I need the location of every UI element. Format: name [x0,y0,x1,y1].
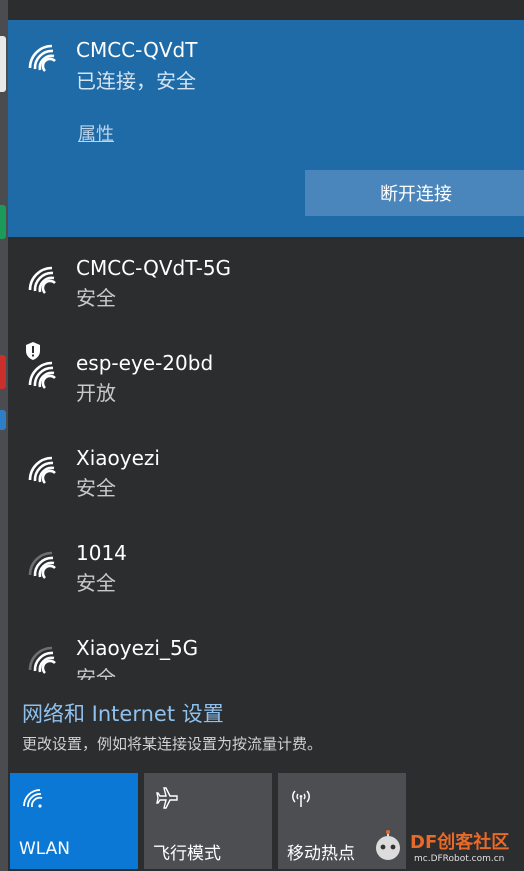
properties-link[interactable]: 属性 [78,120,114,146]
network-settings-link[interactable]: 网络和 Internet 设置 [22,698,224,728]
airplane-icon [154,785,180,811]
wifi-icon [20,785,46,811]
dfrobot-watermark: DF创客社区 mc.DFRobot.com.cn [370,826,520,868]
network-name: Xiaoyezi [76,446,160,470]
mobile-hotspot-tile-label: 移动热点 [287,844,355,864]
disconnect-button[interactable]: 断开连接 [305,170,524,216]
connected-network-name: CMCC-QVdT [76,38,198,62]
network-name: esp-eye-20bd [76,351,214,375]
network-status: 安全 [76,476,116,500]
desktop-icon-fragment [0,355,6,389]
network-status: 安全 [76,571,116,595]
network-list-item[interactable]: Xiaoyezi_5G 安全 [8,618,524,680]
network-list-item[interactable]: esp-eye-20bd 开放 [8,333,524,427]
robot-logo-icon [370,828,406,864]
network-list-item[interactable]: 1014 安全 [8,523,524,617]
wlan-tile-label: WLAN [19,839,71,859]
airplane-mode-tile-label: 飞行模式 [153,844,221,864]
network-list-item[interactable]: CMCC-QVdT-5G 安全 [8,238,524,332]
desktop-icon-fragment [0,36,6,92]
desktop-background-strip [0,0,8,871]
wifi-signal-open-icon [24,357,60,393]
flyout-top-edge [8,0,524,20]
wifi-signal-full-icon [24,40,60,76]
watermark-url: mc.DFRobot.com.cn [414,854,505,864]
desktop-icon-fragment [0,410,6,430]
airplane-mode-tile[interactable]: 飞行模式 [144,773,272,869]
wifi-signal-full-icon [24,452,60,488]
network-name: Xiaoyezi_5G [76,636,199,660]
network-flyout: CMCC-QVdT 已连接，安全 属性 断开连接 CMCC-QVdT-5G 安全 [8,0,524,871]
hotspot-icon [288,785,314,811]
wlan-toggle-tile[interactable]: WLAN [10,773,138,869]
network-list-item[interactable]: Xiaoyezi 安全 [8,428,524,522]
wifi-signal-medium-icon [24,547,60,583]
network-status: 开放 [76,381,116,405]
network-settings-description: 更改设置，例如将某连接设置为按流量计费。 [22,735,323,753]
network-status: 安全 [76,666,116,680]
desktop-icon-fragment [0,205,6,239]
network-status: 安全 [76,286,116,310]
wifi-signal-full-icon [24,262,60,298]
connected-network-card[interactable]: CMCC-QVdT 已连接，安全 属性 断开连接 [8,20,524,237]
wifi-signal-medium-icon [24,642,60,678]
network-name: 1014 [76,541,127,565]
connected-network-status: 已连接，安全 [76,69,196,93]
watermark-brand: DF创客社区 [410,832,510,853]
network-name: CMCC-QVdT-5G [76,256,232,280]
